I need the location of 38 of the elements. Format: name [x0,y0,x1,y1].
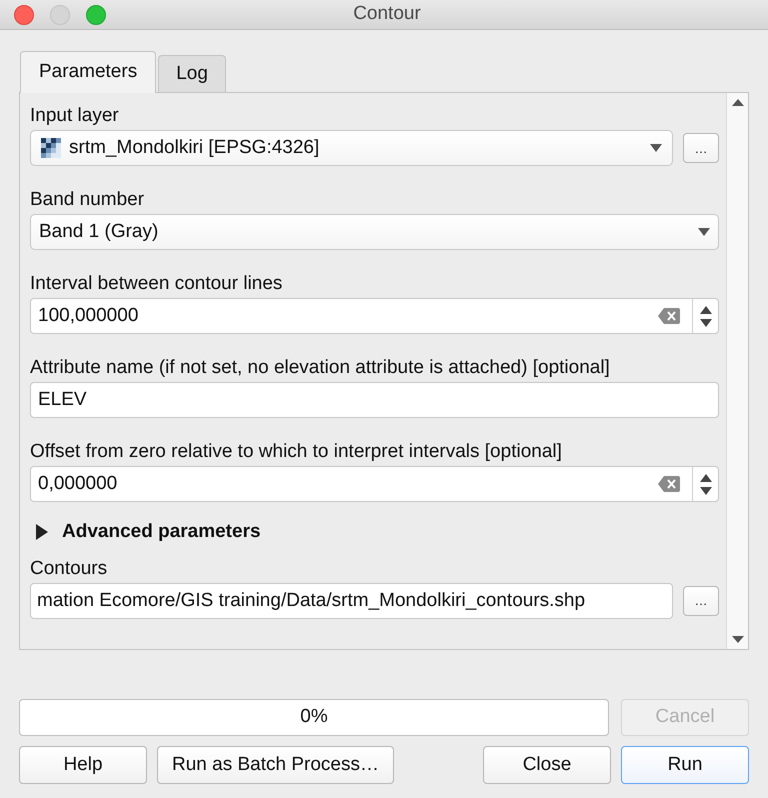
dialog-button[interactable]: Run as Batch Process… [157,746,394,784]
raster-layer-icon [41,138,61,158]
layer-name: srtm_Mondolkiri [EPSG:4326] [69,136,320,160]
field-label: Offset from zero relative to which to interpret intervals [optional] [30,440,563,464]
browse-button[interactable]: … [683,586,719,616]
dropdown-arrow-icon [698,228,710,236]
dialog-button[interactable]: Help [19,746,147,784]
field-label: Attribute name (if not set, no elevation attribute is attached) [optional] [30,356,611,380]
tab[interactable]: Log [158,55,226,92]
field-label: Band number [30,188,146,212]
band-value: Band 1 (Gray) [39,220,160,244]
dropdown-arrow-icon [650,144,662,152]
spin-up-icon[interactable] [700,474,712,482]
close-window-button[interactable] [14,4,34,24]
clear-icon[interactable] [658,476,680,492]
advanced-parameters-toggle[interactable]: Advanced parameters [30,518,719,546]
band-dropdown[interactable]: Band 1 (Gray) [30,214,719,250]
dialog-button[interactable]: Close [483,746,611,784]
field-label: Input layer [30,104,120,128]
dialog-button[interactable]: Run [621,746,749,784]
field-label: Contours [30,556,108,580]
scroll-up-icon[interactable] [732,99,744,106]
spin-down-icon[interactable] [700,318,712,326]
tab[interactable]: Parameters [20,51,156,93]
group-title: Advanced parameters [62,520,261,544]
scrollbar[interactable] [726,93,748,649]
text-input-field[interactable]: ELEV [30,382,719,418]
output-file-field[interactable]: mation Ecomore/GIS training/Data/srtm_Mondolkiri_contours.shp [30,582,673,618]
clear-icon[interactable] [658,308,680,324]
layer-dropdown[interactable]: srtm_Mondolkiri [EPSG:4326] [30,130,673,166]
spin-down-icon[interactable] [700,486,712,494]
browse-button[interactable]: … [683,133,719,163]
progress-percent: 0% [300,705,328,730]
window-title: Contour [353,2,421,26]
field-label: Interval between contour lines [30,272,284,296]
scroll-down-icon[interactable] [732,636,744,643]
spin-up-icon[interactable] [700,306,712,314]
expand-triangle-icon[interactable] [36,524,48,540]
